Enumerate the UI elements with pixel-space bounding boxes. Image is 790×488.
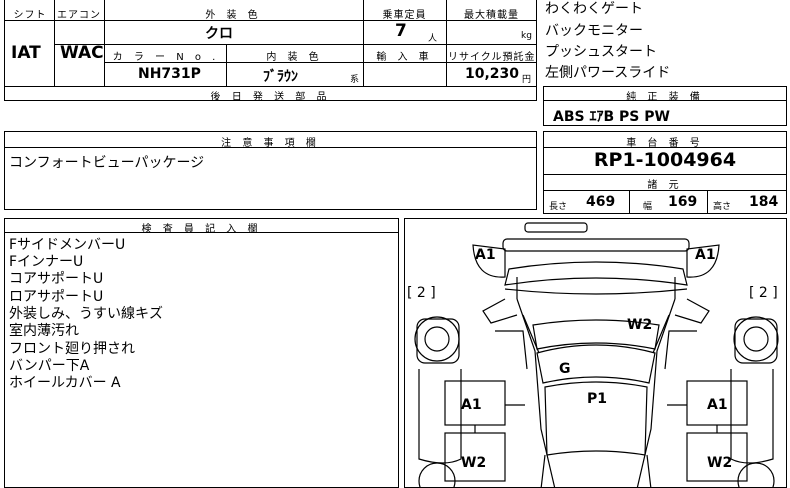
option-item: バックモニター [545, 23, 643, 39]
interior-value: ﾌﾞﾗｳﾝ [263, 69, 298, 85]
inspector-line: 外装しみ、うすい線キズ [9, 306, 163, 322]
spec-row-line [54, 44, 537, 45]
mark-w2-side-left: W2 [461, 455, 486, 471]
dims-divider [543, 174, 787, 175]
inspector-line: バンパー下A [9, 358, 90, 374]
inspector-line: フロント廻り押され [9, 341, 135, 357]
option-item: 左側パワースライド [545, 65, 671, 81]
loadcap-unit: kg [521, 31, 532, 41]
mark-a1-front-right: A1 [695, 247, 716, 263]
aircon-header: エアコン [57, 10, 101, 21]
inspector-line: ロアサポートU [9, 289, 104, 305]
recycle-unit: 円 [522, 75, 532, 85]
chassis-value: RP1-1004964 [593, 149, 737, 171]
interior-header: 内 装 色 [266, 52, 323, 63]
spec-row-line [4, 86, 537, 87]
shift-value: IAT [11, 43, 41, 63]
length-value: 469 [586, 194, 616, 210]
spec-col-line [104, 0, 105, 86]
inspector-line: 室内薄汚れ [9, 323, 79, 339]
width-label: 幅 [643, 202, 653, 212]
chassis-header: 車 台 番 号 [626, 138, 704, 149]
inspector-line: ホイールカバー A [9, 375, 121, 391]
inspector-line: コアサポートU [9, 271, 104, 287]
mark-a1-side-right: A1 [707, 397, 728, 413]
recycle-value: 10,230 [465, 66, 520, 82]
colorno-header: カ ラ ー N o . [112, 52, 220, 63]
genuine-value: ABS ｴｱB PS PW [553, 109, 670, 125]
width-value: 169 [668, 194, 698, 210]
mark-a1-front-left: A1 [475, 247, 496, 263]
later-parts-header: 後 日 発 送 部 品 [210, 92, 331, 103]
spec-col-line [363, 0, 364, 86]
interior-suffix: 系 [350, 75, 360, 85]
caution-header: 注 意 事 項 欄 [221, 138, 320, 149]
mark-bracket-left: [ 2 ] [407, 285, 436, 301]
capacity-header: 乗車定員 [382, 10, 427, 21]
mark-g-glass: G [559, 361, 571, 377]
option-item: わくわくゲート [545, 1, 643, 17]
recycle-header: リサイクル預託金 [448, 52, 536, 63]
dims-header: 諸 元 [647, 180, 683, 191]
dims-col-line [629, 190, 630, 214]
mark-bracket-right: [ 2 ] [749, 285, 778, 301]
exterior-value: クロ [205, 26, 233, 42]
inspector-line: FサイドメンバーU [9, 237, 126, 253]
caution-text: コンフォートビューパッケージ [9, 155, 205, 171]
car-diagram-box: A1 A1 W2 G P1 A1 A1 W2 W2 [ 2 ] [ 2 ] [404, 218, 787, 488]
aircon-value: WAC [60, 43, 104, 63]
mark-a1-side-left: A1 [461, 397, 482, 413]
mark-w2-side-right: W2 [707, 455, 732, 471]
loadcap-header: 最大積載量 [464, 10, 519, 21]
option-item: プッシュスタート [545, 44, 657, 60]
inspector-line: FインナーU [9, 254, 84, 270]
capacity-unit: 人 [428, 34, 438, 44]
dims-col-line [707, 190, 708, 214]
spec-col-line [226, 44, 227, 86]
genuine-header: 純 正 装 備 [626, 92, 704, 103]
spec-col-line [54, 0, 55, 86]
mark-p1-roof: P1 [587, 391, 607, 407]
length-label: 長さ [549, 202, 568, 212]
colorno-value: NH731P [138, 66, 201, 82]
import-header: 輸 入 車 [376, 52, 433, 63]
shift-header: シフト [13, 10, 47, 21]
capacity-value: 7 [395, 21, 407, 41]
height-value: 184 [749, 194, 779, 210]
inspector-header: 検 査 員 記 入 欄 [141, 224, 262, 235]
height-label: 高さ [713, 202, 732, 212]
mark-w2-hood: W2 [627, 317, 652, 333]
exterior-header: 外 装 色 [205, 10, 262, 21]
car-diagram: A1 A1 W2 G P1 A1 A1 W2 W2 [ 2 ] [ 2 ] [407, 222, 779, 487]
spec-col-line [446, 0, 447, 86]
